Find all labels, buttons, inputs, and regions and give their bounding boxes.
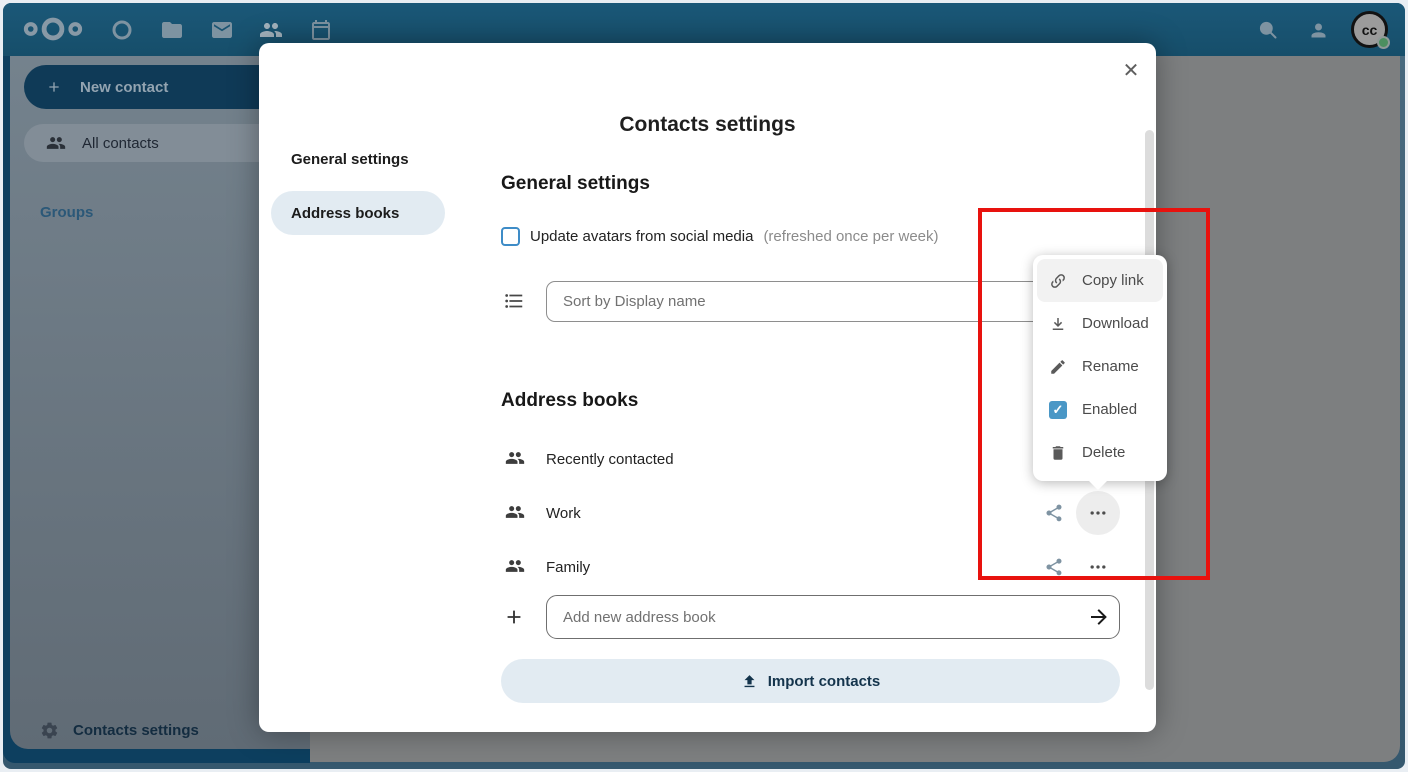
- address-book-name: Family: [546, 559, 590, 576]
- import-contacts-button[interactable]: Import contacts: [501, 659, 1120, 703]
- trash-icon: [1049, 444, 1067, 462]
- more-actions-icon[interactable]: [1088, 503, 1108, 523]
- list-bulleted-icon: [503, 290, 525, 312]
- share-icon[interactable]: [1044, 503, 1064, 523]
- address-book-name: Work: [546, 505, 581, 522]
- address-books-heading: Address books: [501, 390, 638, 412]
- online-status-dot: [1377, 36, 1390, 49]
- arrow-right-submit-icon[interactable]: [1087, 605, 1111, 629]
- contacts-settings-button[interactable]: Contacts settings: [40, 721, 199, 740]
- menu-item-delete[interactable]: Delete: [1033, 431, 1167, 474]
- contacts-group-icon: [46, 133, 66, 153]
- all-contacts-label: All contacts: [82, 135, 159, 152]
- update-avatars-row: Update avatars from social media (refres…: [501, 227, 939, 246]
- contacts-settings-modal: Contacts settings ✕ General settings Add…: [259, 43, 1156, 732]
- contacts-app-icon[interactable]: [259, 18, 283, 42]
- update-avatars-checkbox[interactable]: [501, 227, 520, 246]
- app-frame: cc New contact All contacts Groups Conta…: [3, 3, 1405, 769]
- menu-item-download[interactable]: Download: [1033, 302, 1167, 345]
- menu-item-label: Delete: [1082, 444, 1125, 461]
- address-book-icon: [505, 448, 525, 468]
- menu-item-copy-link[interactable]: Copy link: [1037, 259, 1163, 302]
- menu-item-label: Copy link: [1082, 272, 1144, 289]
- new-contact-label: New contact: [80, 79, 168, 96]
- menu-item-label: Rename: [1082, 358, 1139, 375]
- plus-icon: [503, 606, 525, 628]
- add-address-book-input[interactable]: [546, 595, 1120, 639]
- search-icon[interactable]: [1258, 20, 1278, 40]
- tab-general-settings[interactable]: General settings: [271, 144, 445, 174]
- plus-icon: [46, 79, 62, 95]
- address-book-name: Recently contacted: [546, 451, 674, 468]
- address-book-actions-menu: Copy link Download Rename ✓ Enabled Dele…: [1033, 255, 1167, 481]
- menu-item-rename[interactable]: Rename: [1033, 345, 1167, 388]
- modal-title: Contacts settings: [259, 113, 1156, 137]
- dashboard-icon[interactable]: [110, 18, 134, 42]
- import-contacts-label: Import contacts: [768, 673, 881, 690]
- nextcloud-logo-icon[interactable]: [23, 16, 83, 42]
- calendar-icon[interactable]: [309, 18, 333, 42]
- sidebar-item-all-contacts[interactable]: All contacts: [24, 124, 288, 162]
- link-icon: [1049, 272, 1067, 290]
- share-icon[interactable]: [1044, 557, 1064, 577]
- groups-section-label: Groups: [40, 204, 93, 221]
- menu-item-enabled[interactable]: ✓ Enabled: [1033, 388, 1167, 431]
- update-avatars-hint: (refreshed once per week): [763, 228, 938, 245]
- tab-address-books[interactable]: Address books: [271, 191, 445, 235]
- address-book-icon: [505, 556, 525, 576]
- menu-caret: [1088, 480, 1108, 490]
- mail-icon[interactable]: [210, 18, 234, 42]
- pencil-icon: [1049, 358, 1067, 376]
- upload-icon: [741, 673, 758, 690]
- more-actions-icon[interactable]: [1088, 557, 1108, 577]
- files-folder-icon[interactable]: [160, 18, 184, 42]
- gear-icon: [40, 721, 59, 740]
- contacts-settings-label: Contacts settings: [73, 722, 199, 739]
- update-avatars-label: Update avatars from social media: [530, 228, 753, 245]
- general-settings-heading: General settings: [501, 173, 650, 195]
- new-contact-button[interactable]: New contact: [24, 65, 288, 109]
- avatar-initials: cc: [1362, 22, 1378, 38]
- menu-item-label: Download: [1082, 315, 1149, 332]
- address-book-icon: [505, 502, 525, 522]
- contacts-menu-icon[interactable]: [1308, 20, 1329, 41]
- download-icon: [1049, 315, 1067, 333]
- checkbox-checked-icon[interactable]: ✓: [1049, 401, 1067, 419]
- menu-item-label: Enabled: [1082, 401, 1137, 418]
- close-icon[interactable]: ✕: [1115, 54, 1147, 86]
